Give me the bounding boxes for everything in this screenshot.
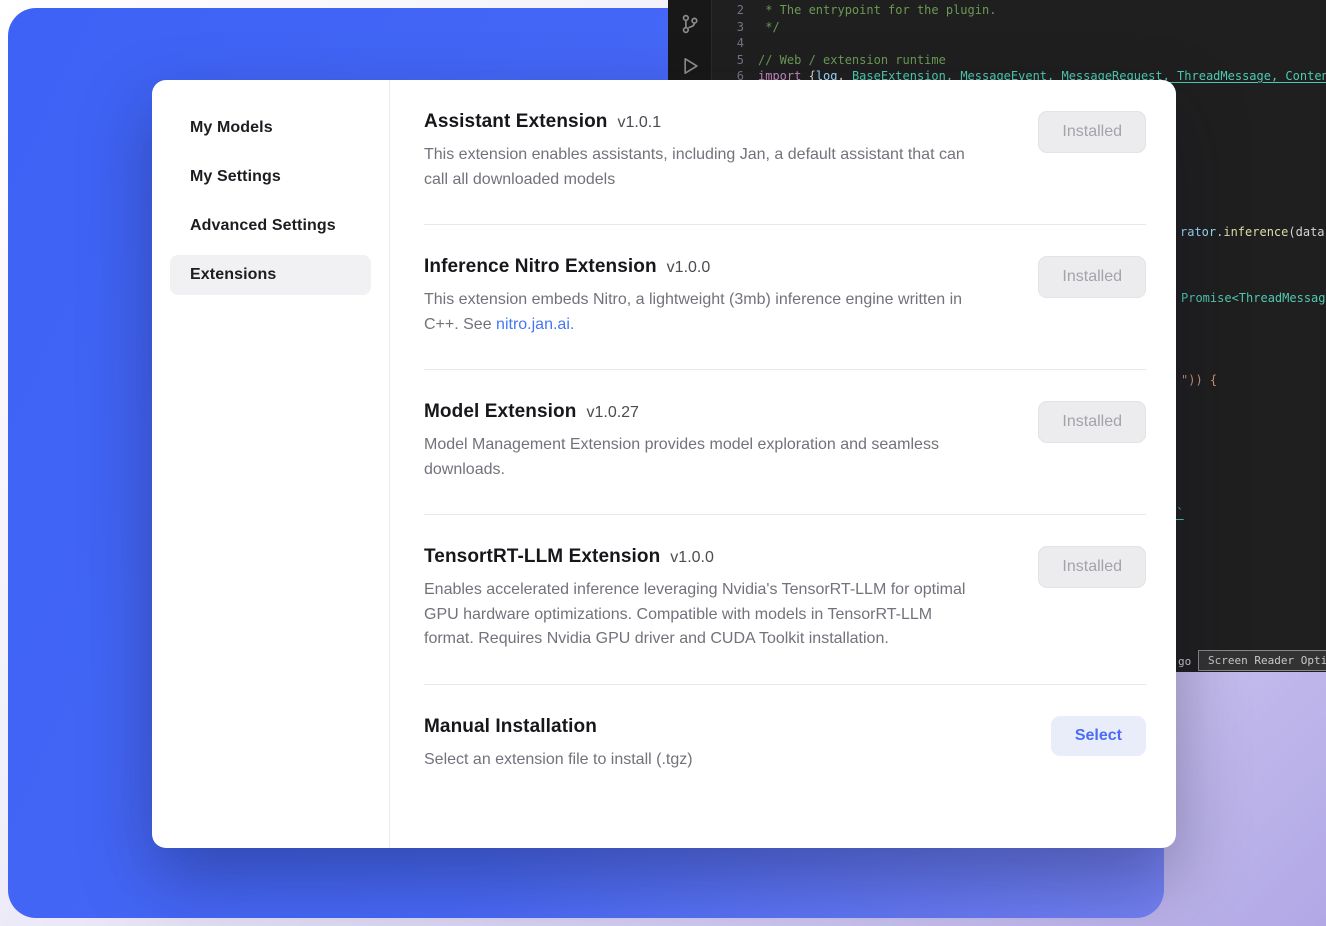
installed-button[interactable]: Installed [1038, 111, 1146, 153]
extension-name: Inference Nitro Extension [424, 256, 657, 278]
extension-description: Enables accelerated inference leveraging… [424, 578, 972, 652]
code-fragment: ")) { [1181, 372, 1217, 389]
code-text: (data)); [1288, 225, 1326, 239]
code-text: // Web / extension runtime [758, 52, 946, 69]
extension-row-tensorrt: TensortRT-LLM Extension v1.0.0 Enables a… [424, 515, 1146, 685]
extension-info: Inference Nitro Extension v1.0.0 This ex… [424, 256, 972, 337]
settings-window: My Models My Settings Advanced Settings … [152, 80, 1176, 848]
manual-installation-description: Select an extension file to install (.tg… [424, 748, 693, 773]
installed-button[interactable]: Installed [1038, 401, 1146, 443]
select-file-button[interactable]: Select [1051, 716, 1146, 756]
screen-reader-optimized-button[interactable]: Screen Reader Optimized [1198, 650, 1326, 671]
sidebar-item-advanced-settings[interactable]: Advanced Settings [170, 206, 371, 246]
extension-info: Assistant Extension v1.0.1 This extensio… [424, 111, 972, 192]
extension-description: This extension enables assistants, inclu… [424, 143, 972, 192]
extension-info: TensortRT-LLM Extension v1.0.0 Enables a… [424, 546, 972, 652]
code-line: 3 */ [712, 19, 1326, 36]
extension-title-line: Assistant Extension v1.0.1 [424, 111, 972, 133]
code-fragment: Promise<ThreadMessage> [1181, 290, 1326, 307]
extension-row-assistant: Assistant Extension v1.0.1 This extensio… [424, 80, 1146, 225]
line-number: 5 [712, 52, 758, 69]
sidebar-item-label: Advanced Settings [190, 217, 336, 235]
code-editor-lines: 2 * The entrypoint for the plugin. 3 */ … [712, 2, 1326, 85]
run-debug-icon[interactable] [676, 52, 704, 80]
manual-installation-row: Manual Installation Select an extension … [424, 685, 1146, 805]
code-line: 2 * The entrypoint for the plugin. [712, 2, 1326, 19]
extension-description: This extension embeds Nitro, a lightweig… [424, 288, 972, 337]
extension-version: v1.0.0 [670, 549, 714, 567]
status-bar-text: go [1178, 655, 1191, 668]
code-text: */ [758, 19, 780, 36]
sidebar-item-extensions[interactable]: Extensions [170, 255, 371, 295]
nitro-jan-ai-link[interactable]: nitro.jan.ai. [496, 316, 574, 333]
extension-title-line: TensortRT-LLM Extension v1.0.0 [424, 546, 972, 568]
code-line: 5// Web / extension runtime [712, 52, 1326, 69]
line-number: 2 [712, 2, 758, 19]
extension-info: Manual Installation Select an extension … [424, 716, 693, 773]
sidebar-item-label: My Models [190, 119, 273, 137]
code-fragment: rator.inference(data)); [1180, 224, 1326, 241]
extension-name: TensortRT-LLM Extension [424, 546, 660, 568]
extension-title-line: Inference Nitro Extension v1.0.0 [424, 256, 972, 278]
extension-version: v1.0.1 [618, 114, 662, 132]
installed-button[interactable]: Installed [1038, 256, 1146, 298]
source-control-icon[interactable] [676, 10, 704, 38]
sidebar-item-label: My Settings [190, 168, 281, 186]
code-text: inference [1223, 225, 1288, 239]
code-text: * The entrypoint for the plugin. [758, 2, 996, 19]
extension-name: Model Extension [424, 401, 576, 423]
code-line: 4 [712, 35, 1326, 52]
screen: 2 * The entrypoint for the plugin. 3 */ … [0, 0, 1326, 926]
line-number: 3 [712, 19, 758, 36]
extension-title-line: Model Extension v1.0.27 [424, 401, 972, 423]
extension-version: v1.0.0 [667, 259, 711, 277]
extension-version: v1.0.27 [586, 404, 638, 422]
sidebar-item-my-models[interactable]: My Models [170, 108, 371, 148]
extension-row-model: Model Extension v1.0.27 Model Management… [424, 370, 1146, 515]
extension-row-nitro: Inference Nitro Extension v1.0.0 This ex… [424, 225, 1146, 370]
manual-installation-title: Manual Installation [424, 716, 597, 738]
sidebar-item-my-settings[interactable]: My Settings [170, 157, 371, 197]
settings-sidebar: My Models My Settings Advanced Settings … [152, 80, 390, 848]
line-number: 4 [712, 35, 758, 52]
extension-name: Assistant Extension [424, 111, 608, 133]
extension-title-line: Manual Installation [424, 716, 693, 738]
extension-description: Model Management Extension provides mode… [424, 433, 972, 482]
extensions-panel: Assistant Extension v1.0.1 This extensio… [390, 80, 1176, 848]
installed-button[interactable]: Installed [1038, 546, 1146, 588]
sidebar-item-label: Extensions [190, 266, 276, 284]
code-text: rator. [1180, 225, 1223, 239]
extension-info: Model Extension v1.0.27 Model Management… [424, 401, 972, 482]
